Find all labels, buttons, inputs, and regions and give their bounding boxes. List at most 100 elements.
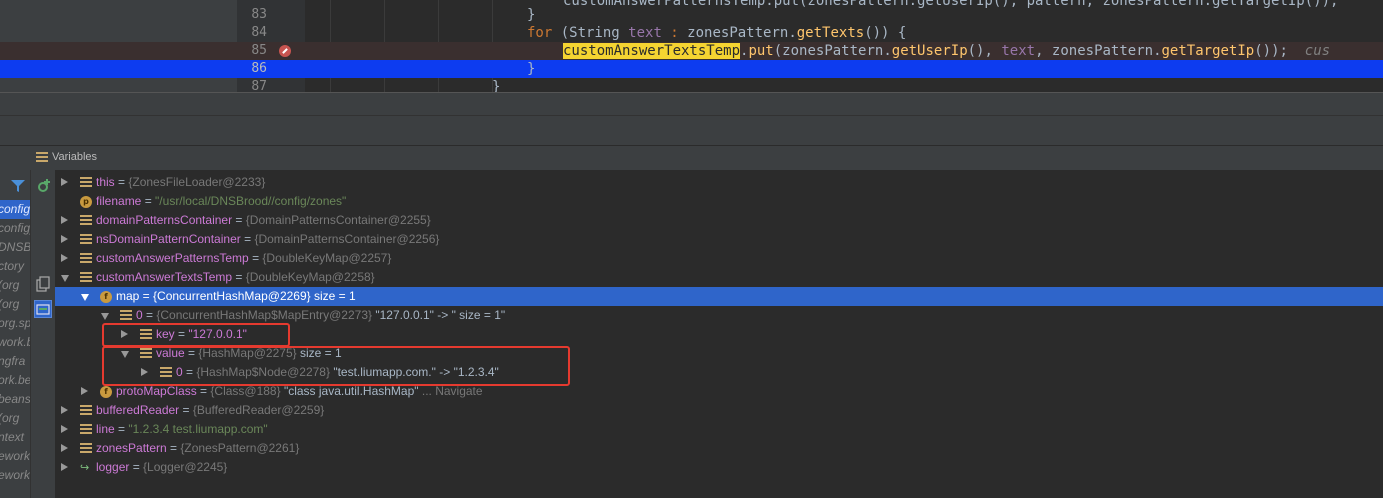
- code-token: getTargetIp: [1161, 43, 1255, 59]
- collapse-arrow-icon[interactable]: [61, 275, 69, 282]
- add-watch-icon[interactable]: [36, 178, 52, 194]
- variable-nm: line: [96, 422, 115, 436]
- variable-nm: map: [116, 289, 140, 303]
- expand-arrow-icon[interactable]: [61, 216, 68, 224]
- equals-sign: =: [166, 441, 181, 455]
- variable-row[interactable]: customAnswerPatternsTemp = {DoubleKeyMap…: [55, 249, 1383, 268]
- variable-icon: [120, 310, 132, 322]
- code-text: customAnswerTextsTemp.put(zonesPattern.g…: [563, 42, 1330, 60]
- variable-row[interactable]: this = {ZonesFileLoader@2233}: [55, 173, 1383, 192]
- expand-arrow-icon[interactable]: [61, 254, 68, 262]
- field-icon: f: [100, 291, 112, 303]
- variable-nav: ... Navigate: [418, 384, 483, 398]
- frame-item[interactable]: config: [0, 200, 30, 219]
- frame-item[interactable]: work.b: [0, 333, 30, 352]
- code-token: ()) {: [864, 25, 907, 41]
- frame-item[interactable]: ework: [0, 447, 30, 466]
- expand-arrow-icon[interactable]: [61, 444, 68, 452]
- variable-text: customAnswerTextsTemp = {DoubleKeyMap@22…: [96, 268, 375, 287]
- collapse-arrow-icon[interactable]: [101, 313, 109, 320]
- variable-nm: bufferedReader: [96, 403, 180, 417]
- equals-sign: =: [129, 460, 144, 474]
- expand-arrow-icon[interactable]: [81, 387, 88, 395]
- variable-row[interactable]: nsDomainPatternContainer = {DomainPatter…: [55, 230, 1383, 249]
- expand-arrow-icon[interactable]: [61, 235, 68, 243]
- frames-list[interactable]: configconfig)DNSBrooctory(org(orgorg.spw…: [0, 170, 30, 498]
- code-token: text: [628, 25, 662, 41]
- expand-arrow-icon[interactable]: [61, 463, 68, 471]
- code-line-87[interactable]: 87}: [0, 78, 1383, 92]
- logger-icon: ↪: [80, 461, 90, 474]
- variable-row[interactable]: zonesPattern = {ZonesPattern@2261}: [55, 439, 1383, 458]
- code-text: for (String text : zonesPattern.getTexts…: [527, 24, 906, 42]
- frame-item[interactable]: beans: [0, 390, 30, 409]
- copy-icon[interactable]: [36, 276, 50, 292]
- variable-str: "1.2.3.4 test.liumapp.com": [128, 422, 268, 436]
- code-token: customAnswerTextsTemp: [563, 43, 741, 59]
- filter-icon[interactable]: [11, 180, 25, 192]
- frame-item[interactable]: (org: [0, 295, 30, 314]
- line-number: 85: [251, 43, 267, 58]
- code-token: (),: [967, 43, 1002, 59]
- frame-item[interactable]: (org: [0, 409, 30, 428]
- variable-row[interactable]: f map = {ConcurrentHashMap@2269} size = 1: [55, 287, 1383, 306]
- equals-sign: =: [179, 403, 193, 417]
- variable-ex: size = 1: [310, 289, 356, 303]
- variable-row[interactable]: ↪ logger = {Logger@2245}: [55, 458, 1383, 477]
- expand-arrow-icon[interactable]: [61, 425, 68, 433]
- code-text: }: [527, 60, 535, 78]
- frame-item[interactable]: ctory: [0, 257, 30, 276]
- breakpoint-icon[interactable]: [279, 45, 291, 57]
- variable-row[interactable]: customAnswerTextsTemp = {DoubleKeyMap@22…: [55, 268, 1383, 287]
- highlight-box-value: [102, 346, 570, 386]
- variable-row[interactable]: line = "1.2.3.4 test.liumapp.com": [55, 420, 1383, 439]
- variable-icon: [80, 443, 92, 455]
- variable-nm: this: [96, 175, 115, 189]
- code-token: getTexts: [796, 25, 865, 41]
- code-line-85[interactable]: 85 customAnswerTextsTemp.put(zonesPattern…: [0, 42, 1383, 60]
- code-token: :: [661, 25, 688, 41]
- restore-layout-icon[interactable]: [34, 300, 52, 318]
- line-number: 86: [251, 61, 267, 76]
- equals-sign: =: [142, 308, 157, 322]
- equals-sign: =: [232, 270, 246, 284]
- equals-sign: =: [139, 289, 154, 303]
- parameter-icon: p: [80, 196, 92, 208]
- frame-item[interactable]: (org: [0, 276, 30, 295]
- variable-nm: zonesPattern: [96, 441, 167, 455]
- equals-sign: =: [196, 384, 211, 398]
- variable-ty: {ZonesPattern@2261}: [180, 441, 300, 455]
- frame-item[interactable]: DNSBroo: [0, 238, 30, 257]
- variable-nm: logger: [96, 460, 130, 474]
- frame-item[interactable]: ntext: [0, 428, 30, 447]
- variable-row[interactable]: p filename = "/usr/local/DNSBrood//config…: [55, 192, 1383, 211]
- code-line-86[interactable]: 86}: [0, 60, 1383, 78]
- variable-row[interactable]: domainPatternsContainer = {DomainPattern…: [55, 211, 1383, 230]
- equals-sign: =: [240, 232, 255, 246]
- variable-ty: {ZonesFileLoader@2233}: [128, 175, 266, 189]
- variable-ex: "class java.util.HashMap": [280, 384, 419, 398]
- equals-sign: =: [141, 194, 156, 208]
- variable-row[interactable]: bufferedReader = {BufferedReader@2259}: [55, 401, 1383, 420]
- code-line-83[interactable]: 83}: [0, 6, 1383, 24]
- variable-nm: domainPatternsContainer: [96, 213, 233, 227]
- variable-ex: "127.0.0.1" -> " size = 1": [372, 308, 506, 322]
- collapse-arrow-icon[interactable]: [81, 294, 89, 301]
- variable-str: "/usr/local/DNSBrood//config/zones": [155, 194, 347, 208]
- code-editor[interactable]: customAnswerPatternsTemp.put(zonesPatter…: [0, 0, 1383, 92]
- variable-icon: [80, 215, 92, 227]
- frame-item[interactable]: ork.be: [0, 371, 30, 390]
- code-line-84[interactable]: 84 for (String text : zonesPattern.getTex…: [0, 24, 1383, 42]
- line-number: 87: [251, 79, 267, 92]
- variable-ty: {ConcurrentHashMap@2269}: [153, 289, 311, 303]
- variable-ty: {DoubleKeyMap@2258}: [245, 270, 375, 284]
- variable-ty: {Class@188}: [210, 384, 281, 398]
- frame-item[interactable]: config): [0, 219, 30, 238]
- expand-arrow-icon[interactable]: [61, 406, 68, 414]
- expand-arrow-icon[interactable]: [61, 178, 68, 186]
- variable-text: line = "1.2.3.4 test.liumapp.com": [96, 420, 268, 439]
- frame-item[interactable]: org.sp: [0, 314, 30, 333]
- variable-icon: [80, 253, 92, 265]
- frame-item[interactable]: ework: [0, 466, 30, 485]
- frame-item[interactable]: ngfra: [0, 352, 30, 371]
